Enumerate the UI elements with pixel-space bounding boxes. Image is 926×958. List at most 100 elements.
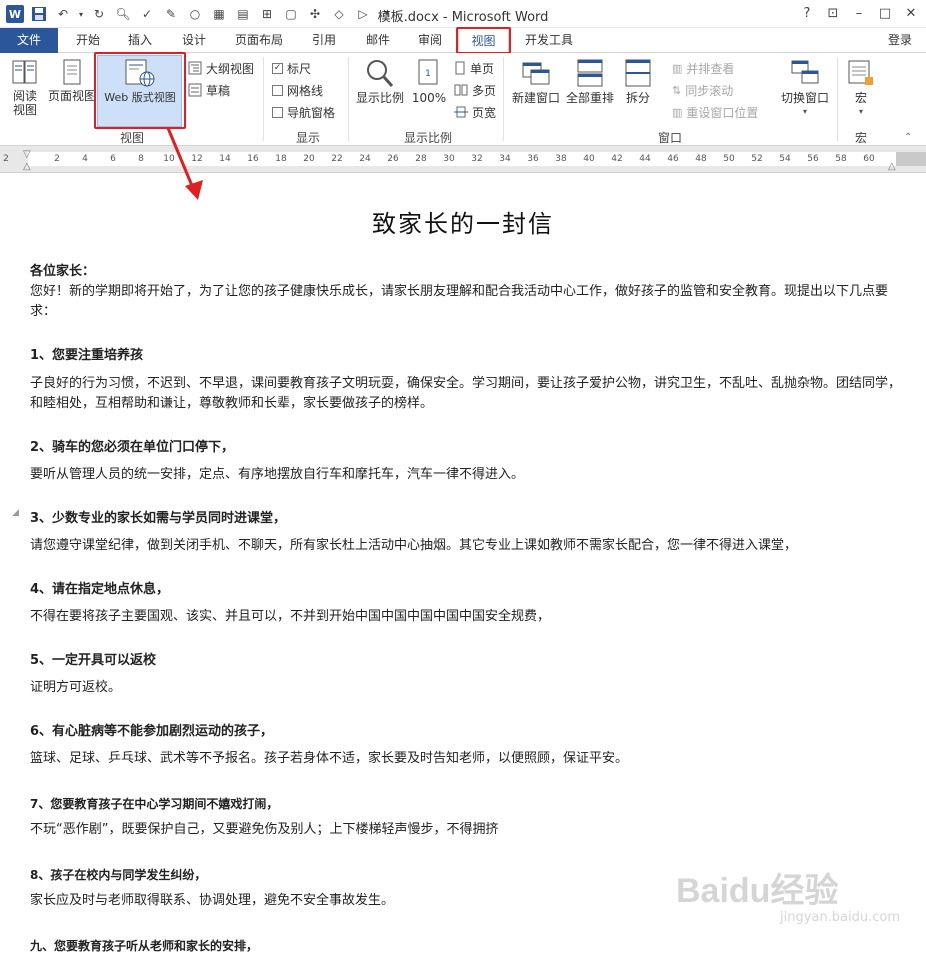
- ribbon-display-options-icon[interactable]: ⊡: [820, 2, 846, 24]
- side-by-side-button[interactable]: ▥ 并排查看: [672, 58, 734, 78]
- baidu-watermark: Baidu经验 jingyan.baidu.com: [676, 872, 906, 932]
- sync-scroll-label: 同步滚动: [685, 83, 734, 98]
- window-group-label: 窗口: [657, 131, 682, 145]
- split-button[interactable]: 拆分: [618, 57, 658, 125]
- document-title: 致家长的一封信: [372, 210, 554, 238]
- ruler-label: 标尺: [287, 61, 312, 76]
- left-indent-icon[interactable]: △: [23, 161, 31, 172]
- view-group-label: 视图: [119, 131, 144, 145]
- paragraph-marker-icon: ◢: [12, 508, 19, 518]
- ribbon-separator: [263, 57, 264, 141]
- section-body: 不得在要将孩子主要国观、该实、并且可以，不并到开始中国中国中国中国中国安全规费，: [30, 609, 551, 624]
- ruler-tick-label: 16: [247, 154, 259, 164]
- ruler-tick-label: 2: [54, 154, 60, 164]
- gridlines-checkbox[interactable]: 网格线: [272, 80, 323, 100]
- outline-button[interactable]: 大纲视图: [188, 58, 254, 78]
- close-icon[interactable]: ✕: [898, 2, 924, 24]
- intro-paragraph: 您好！新的学期即将开始了，为了让您的孩子健康快乐成长，请家长朋友理解和配合我活动…: [30, 284, 889, 319]
- ruler-tick-label: 44: [639, 154, 651, 164]
- ruler-tick-label: 8: [138, 154, 144, 164]
- ruler-tick-label: 48: [695, 154, 707, 164]
- one-page-icon: [455, 61, 465, 75]
- draft-icon: [188, 83, 202, 97]
- ruler-text-area: [28, 152, 896, 166]
- arrange-all-label: 全部重排: [565, 91, 614, 105]
- multi-page-label: 多页: [472, 83, 497, 98]
- tab-design[interactable]: 设计: [170, 28, 218, 53]
- one-page-label: 单页: [470, 61, 495, 76]
- ruler-tick-label: 4: [82, 154, 88, 164]
- section-body: 证明方可返校。: [30, 680, 122, 695]
- macros-icon: [848, 60, 873, 85]
- section-body: 不玩“恶作剧”，既要保护自己，又要避免伤及别人；上下楼梯轻声慢步，不得拥挤: [30, 822, 499, 837]
- ruler-tick-label: 42: [611, 154, 623, 164]
- show-group-label: 显示: [295, 131, 320, 145]
- ruler-tick-label: 18: [275, 154, 287, 164]
- zoom-100-button[interactable]: 1 100%: [410, 57, 448, 125]
- collapse-ribbon-icon[interactable]: ⌃: [904, 132, 912, 143]
- tab-page-layout[interactable]: 页面布局: [226, 28, 292, 53]
- new-window-button[interactable]: 新建窗口: [510, 57, 562, 125]
- tab-home[interactable]: 开始: [64, 28, 112, 53]
- new-window-icon: [522, 62, 550, 85]
- gridlines-check-icon: [272, 84, 283, 96]
- right-indent-icon[interactable]: △: [888, 161, 896, 172]
- tab-insert[interactable]: 插入: [116, 28, 164, 53]
- section-heading: 1、您要注重培养孩: [30, 348, 144, 363]
- tab-mailings[interactable]: 邮件: [354, 28, 402, 53]
- ruler-tick-label: 40: [583, 154, 595, 164]
- page-width-button[interactable]: 页宽: [454, 102, 496, 122]
- sync-scroll-button[interactable]: ⇅ 同步滚动: [672, 80, 733, 100]
- ruler-tick-label: 26: [387, 154, 399, 164]
- ribbon-separator: [503, 57, 504, 141]
- ruler-tick-label: 54: [779, 154, 791, 164]
- arrange-all-button[interactable]: 全部重排: [564, 57, 616, 125]
- login-link[interactable]: 登录: [888, 31, 912, 48]
- section-heading: 4、请在指定地点休息，: [30, 582, 170, 597]
- tab-references[interactable]: 引用: [300, 28, 348, 53]
- print-layout-button[interactable]: 页面视图: [48, 57, 96, 125]
- web-layout-highlight: [94, 52, 186, 129]
- help-icon[interactable]: ?: [794, 2, 820, 24]
- document-area[interactable]: 致家长的一封信 各位家长： 您好！新的学期即将开始了，为了让您的孩子健康快乐成长…: [0, 174, 926, 958]
- switch-windows-label: 切换窗口: [780, 91, 829, 105]
- draft-label: 草稿: [206, 83, 231, 98]
- minimize-icon[interactable]: –: [846, 2, 872, 24]
- macros-button[interactable]: 宏 ▾: [842, 57, 880, 125]
- reset-window-position-icon: ▥: [672, 105, 683, 119]
- sync-scroll-icon: ⇅: [672, 83, 682, 97]
- multi-page-button[interactable]: 多页: [454, 80, 496, 100]
- page-width-icon: [454, 106, 468, 118]
- ruler-tick-label: 24: [359, 154, 371, 164]
- switch-windows-button[interactable]: 切换窗口 ▾: [778, 57, 832, 125]
- first-line-indent-icon[interactable]: ▽: [23, 149, 31, 160]
- watermark-brand: Baidu经验: [676, 872, 839, 910]
- tab-file[interactable]: 文件: [0, 28, 58, 53]
- ruler-tick-label: 56: [807, 154, 819, 164]
- maximize-icon[interactable]: □: [872, 2, 898, 24]
- section-heading: 7、您要教育孩子在中心学习期间不嬉戏打闹，: [30, 797, 279, 811]
- section-body: 子良好的行为习惯，不迟到、不早退，课间要教育孩子文明玩耍，确保安全。学习期间，要…: [30, 376, 902, 411]
- reset-window-position-button[interactable]: ▥ 重设窗口位置: [672, 102, 758, 122]
- tab-developer[interactable]: 开发工具: [516, 28, 582, 53]
- reset-window-position-label: 重设窗口位置: [686, 105, 759, 120]
- draft-button[interactable]: 草稿: [188, 80, 230, 100]
- section-heading: 6、有心脏病等不能参加剧烈运动的孩子，: [30, 724, 274, 739]
- nav-pane-checkbox[interactable]: 导航窗格: [272, 102, 335, 122]
- ruler-tick-label: 32: [471, 154, 483, 164]
- tab-review[interactable]: 审阅: [406, 28, 454, 53]
- zoom-button[interactable]: 显示比例: [352, 57, 408, 125]
- outline-icon: [188, 61, 202, 75]
- read-mode-button[interactable]: 阅读 视图: [4, 57, 46, 125]
- split-label: 拆分: [625, 91, 650, 105]
- one-page-button[interactable]: 单页: [454, 58, 494, 78]
- ruler-tick-label: 6: [110, 154, 116, 164]
- zoom-group-label: 显示比例: [403, 131, 452, 145]
- horizontal-ruler[interactable]: ▽ △ △ 2 2 4 6 8 10 12 14 16 18 20 22 24 26 28 30 32 34 36 3…: [0, 146, 926, 173]
- zoom-icon: [367, 60, 394, 87]
- section-body: 请您遵守课堂纪律，做到关闭手机、不聊天，所有家长杜上活动中心抽烟。其它专业上课如…: [30, 538, 798, 553]
- greeting: 各位家长：: [30, 264, 96, 279]
- ruler-checkbox[interactable]: ✓ 标尺: [272, 58, 311, 78]
- arrange-all-icon: [577, 59, 603, 87]
- ruler-check-icon: ✓: [272, 62, 283, 74]
